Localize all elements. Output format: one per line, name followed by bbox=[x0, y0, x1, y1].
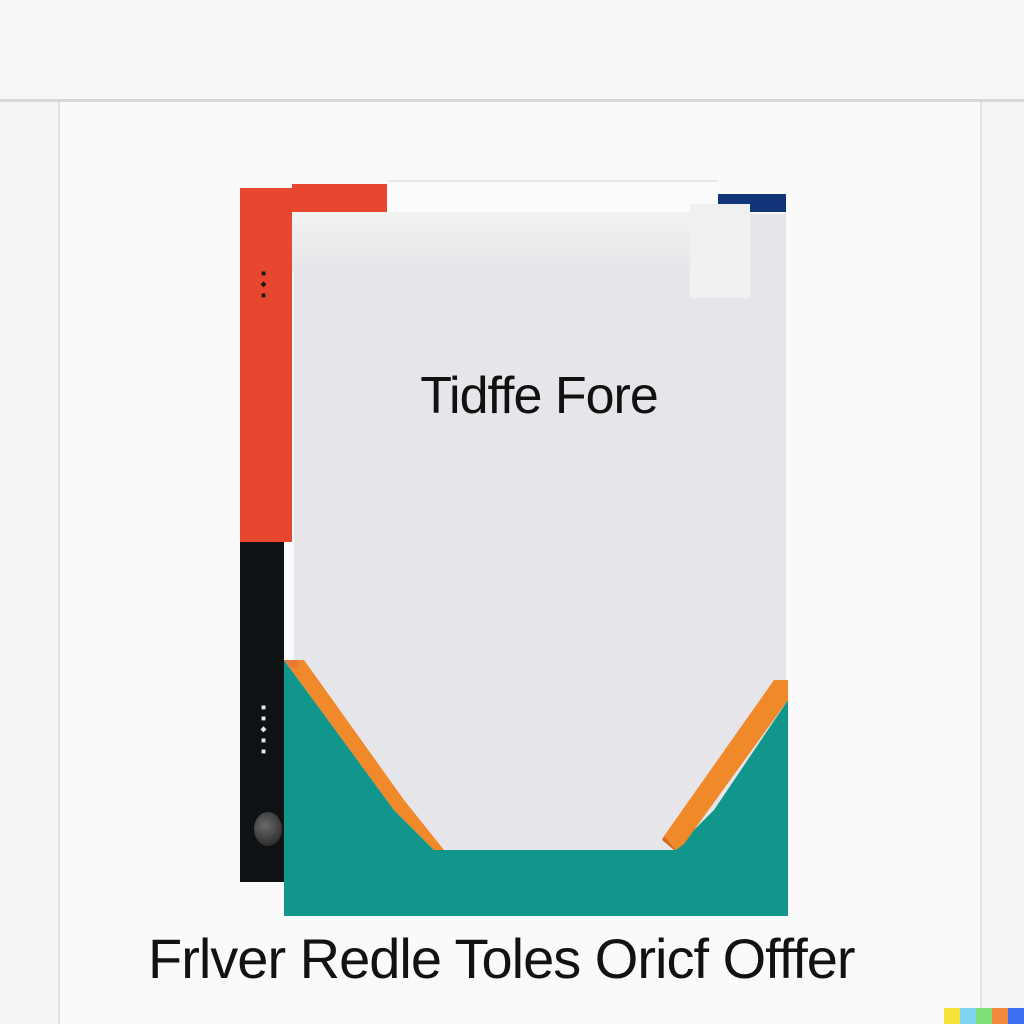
caption-text: Frlver Redle Toles Oricf Offfer bbox=[148, 927, 856, 990]
cover-title: Tidffe Fore bbox=[420, 367, 659, 425]
signature-swatch bbox=[944, 1008, 960, 1024]
spine-barcode-icon: ▪▪◆▪▪ bbox=[258, 702, 269, 757]
spine-glyph-icon: ▪◆▪ bbox=[258, 268, 269, 301]
image-canvas: ▪◆▪ ▪▪◆▪▪ Tidffe Fore Frlver Redle Toles… bbox=[0, 0, 1024, 1024]
signature-swatch bbox=[960, 1008, 976, 1024]
cover-fold bbox=[292, 212, 722, 272]
panel-left-edge bbox=[58, 102, 60, 1024]
side-tab-white bbox=[690, 204, 750, 298]
panel-right-edge bbox=[980, 102, 982, 1024]
color-signature bbox=[944, 1008, 1024, 1024]
pocket-shape bbox=[284, 660, 788, 916]
spine-red-top bbox=[292, 184, 387, 214]
signature-swatch bbox=[1008, 1008, 1024, 1024]
signature-swatch bbox=[992, 1008, 1008, 1024]
signature-swatch bbox=[976, 1008, 992, 1024]
top-strip bbox=[0, 0, 1024, 100]
spine-red: ▪◆▪ bbox=[240, 188, 292, 542]
teal-pocket bbox=[284, 660, 788, 916]
spine-knob-icon bbox=[254, 812, 282, 846]
binder-illustration: ▪◆▪ ▪▪◆▪▪ Tidffe Fore bbox=[240, 180, 788, 916]
top-tab-white bbox=[388, 180, 718, 216]
